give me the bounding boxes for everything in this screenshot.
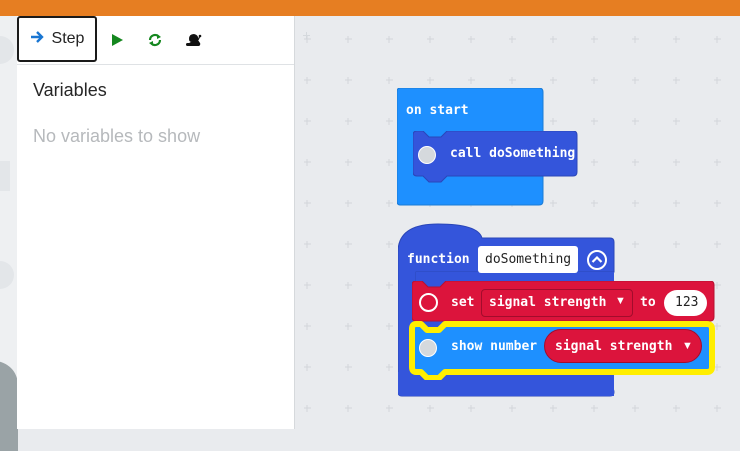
step-button[interactable]: Step [17,16,97,62]
show-number-label: show number [451,339,538,354]
debugger-toolbar: Step [17,16,294,65]
slow-motion-snail-icon[interactable] [181,28,205,52]
reporter-variable-name: signal strength [555,339,673,354]
call-label: call doSomething [450,146,576,161]
chevron-down-icon: ▼ [615,295,626,307]
toolbox-decoration [0,161,10,191]
chevron-down-icon: ▼ [682,340,693,352]
toolbox-decoration [0,36,14,64]
play-icon[interactable] [105,28,129,52]
breakpoint-toggle[interactable] [418,146,436,164]
function-keyword: function [407,252,470,267]
chevron-up-icon[interactable] [586,249,608,276]
set-label: set [451,295,475,310]
on-start-label: on start [406,103,469,118]
toolbox-decoration [0,361,18,451]
step-label: Step [51,30,85,47]
toolbox-decoration [0,261,14,289]
function-name: doSomething [485,252,572,267]
debugger-panel: Step Variables No variables to show [17,16,295,429]
breakpoint-toggle[interactable] [419,293,438,312]
top-bar [0,0,740,16]
variables-empty-message: No variables to show [33,126,201,146]
value-text: 123 [675,295,699,310]
restart-icon[interactable] [143,28,167,52]
breakpoint-toggle[interactable] [419,339,437,357]
variable-name: signal strength [489,295,607,310]
to-label: to [640,295,656,310]
toolbox-edge [0,16,18,451]
variables-title: Variables [33,80,107,100]
arrow-right-icon [30,30,44,49]
